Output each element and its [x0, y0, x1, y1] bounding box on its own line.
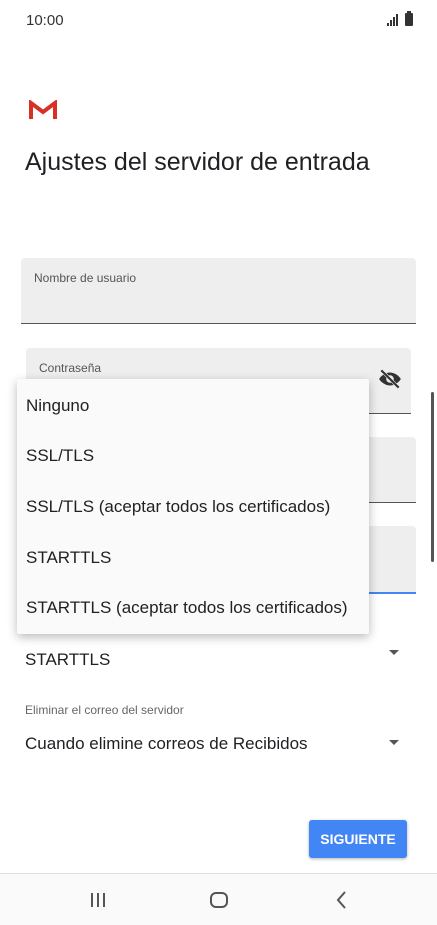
visibility-off-icon[interactable]: [377, 366, 403, 392]
username-label: Nombre de usuario: [34, 271, 137, 285]
home-icon[interactable]: [207, 888, 231, 912]
security-options-menu: Ninguno SSL/TLS SSL/TLS (aceptar todos l…: [17, 379, 369, 634]
dropdown-arrow-icon: [389, 650, 399, 655]
status-time: 10:00: [26, 12, 64, 29]
menu-item-starttls[interactable]: STARTTLS: [26, 548, 111, 568]
recent-apps-icon[interactable]: [86, 888, 110, 912]
scroll-indicator: [431, 392, 434, 562]
dropdown-arrow-icon: [389, 740, 399, 745]
battery-icon: [405, 11, 413, 26]
menu-item-none[interactable]: Ninguno: [26, 396, 89, 416]
username-field[interactable]: Nombre de usuario: [21, 258, 416, 324]
security-type-select[interactable]: STARTTLS: [25, 650, 409, 674]
gmail-logo-icon: [29, 100, 57, 119]
menu-item-ssl-tls-accept-all[interactable]: SSL/TLS (aceptar todos los certificados): [26, 497, 330, 517]
page-title: Ajustes del servidor de entrada: [25, 148, 370, 176]
delete-policy-value: Cuando elimine correos de Recibidos: [25, 734, 308, 753]
status-icons: [387, 11, 413, 26]
next-button[interactable]: SIGUIENTE: [309, 820, 407, 858]
security-selected-value: STARTTLS: [25, 650, 111, 669]
system-nav-bar: [0, 873, 437, 925]
menu-item-starttls-accept-all[interactable]: STARTTLS (aceptar todos los certificados…: [26, 598, 348, 618]
password-label: Contraseña: [39, 361, 102, 375]
signal-icon: [387, 14, 398, 26]
back-icon[interactable]: [330, 888, 354, 912]
delete-policy-select[interactable]: Eliminar el correo del servidor Cuando e…: [25, 703, 409, 753]
menu-item-ssl-tls[interactable]: SSL/TLS: [26, 446, 94, 466]
delete-policy-label: Eliminar el correo del servidor: [25, 703, 184, 717]
